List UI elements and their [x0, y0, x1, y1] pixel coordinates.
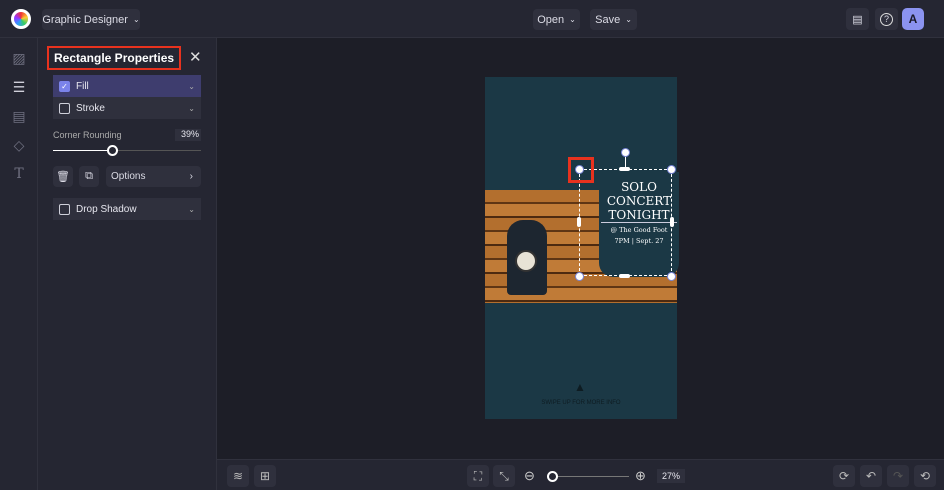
project-name: Graphic Designer	[42, 13, 128, 26]
stroke-checkbox[interactable]	[59, 102, 70, 114]
fill-toggle[interactable]: ✓ Fill ⌄	[53, 75, 201, 97]
fill-checkbox[interactable]: ✓	[59, 80, 70, 92]
logo[interactable]	[11, 9, 31, 29]
project-name-dropdown[interactable]: Graphic Designer ⌄	[42, 9, 140, 30]
refresh-button[interactable]: ⟳	[833, 465, 855, 487]
chevron-down-icon: ⌄	[132, 15, 140, 24]
handle-highlight-box	[568, 157, 594, 183]
stroke-label: Stroke	[76, 102, 105, 114]
expand-icon: ⛶	[473, 468, 483, 483]
avatar[interactable]: A	[902, 8, 924, 30]
zoom-value[interactable]: 27%	[657, 469, 685, 483]
zoom-out-icon[interactable]: ⊖	[524, 468, 535, 484]
save-label: Save	[595, 13, 621, 26]
drop-shadow-label: Drop Shadow	[76, 203, 137, 215]
resize-handle-bottom[interactable]	[619, 274, 630, 278]
drop-shadow-toggle[interactable]: Drop Shadow ⌄	[53, 198, 201, 220]
comment-icon: ▤	[852, 13, 863, 26]
selection-box[interactable]	[579, 169, 672, 276]
shrink-icon: ⤡	[499, 468, 509, 483]
chevron-down-icon: ⌄	[569, 15, 576, 24]
comments-button[interactable]: ▤	[846, 8, 869, 30]
duplicate-button[interactable]: ⧉	[79, 166, 99, 187]
open-label: Open	[537, 13, 565, 26]
trash-icon: 🗑	[56, 171, 70, 183]
bottom-toolbar: ≋ ⊞ ⛶ ⤡ ⊖ ⊕ 27% ⟳ ↶ ↷ ⟲	[217, 459, 944, 490]
drop-shadow-checkbox[interactable]	[59, 203, 70, 215]
close-icon[interactable]: ✕	[189, 48, 202, 66]
fit-screen-button[interactable]: ⛶	[467, 465, 489, 487]
resize-handle-left[interactable]	[577, 217, 581, 227]
chevron-down-icon: ⌄	[188, 103, 195, 113]
tool-rail: ▨ ☰ ▤ ◇ T	[0, 38, 38, 490]
chevron-right-icon: ›	[189, 171, 193, 182]
delete-button[interactable]: 🗑	[53, 166, 73, 187]
options-button[interactable]: Options ›	[106, 166, 201, 187]
grid-button[interactable]: ⊞	[254, 465, 276, 487]
resize-handle-bottom-left[interactable]	[575, 272, 584, 281]
layout-icon[interactable]: ▤	[11, 108, 27, 124]
open-button[interactable]: Open ⌄	[533, 9, 580, 30]
history-icon: ⟲	[919, 469, 931, 483]
zoom-slider[interactable]	[547, 471, 629, 482]
corner-rounding-label: Corner Rounding	[53, 130, 122, 140]
chevron-down-icon: ⌄	[625, 15, 632, 24]
rotate-handle[interactable]	[621, 148, 630, 157]
help-button[interactable]: ?	[875, 8, 898, 30]
text-icon[interactable]: T	[11, 166, 27, 182]
fill-label: Fill	[76, 80, 89, 92]
shapes-icon[interactable]: ◇	[11, 137, 27, 153]
history-button[interactable]: ⟲	[914, 465, 936, 487]
undo-icon: ↶	[865, 469, 877, 483]
duplicate-icon: ⧉	[85, 170, 93, 182]
layers-button[interactable]: ≋	[227, 465, 249, 487]
resize-handle-top-right[interactable]	[667, 165, 676, 174]
panel-title: Rectangle Properties	[47, 46, 182, 70]
chevron-down-icon: ⌄	[188, 81, 195, 91]
save-button[interactable]: Save ⌄	[590, 9, 637, 30]
slider-fill	[53, 150, 112, 151]
corner-rounding-slider[interactable]	[53, 145, 201, 156]
layers-icon: ≋	[232, 469, 244, 483]
resize-handle-top[interactable]	[619, 167, 630, 171]
swipe-up-text: SWIPE UP FOR MORE INFO	[541, 400, 621, 406]
redo-button[interactable]: ↷	[887, 465, 909, 487]
resize-handle-right[interactable]	[670, 217, 674, 227]
options-label: Options	[111, 171, 146, 182]
swipe-up-arrow-icon: ▲	[574, 380, 586, 394]
image-icon[interactable]: ▨	[11, 50, 27, 66]
zoom-in-icon[interactable]: ⊕	[635, 468, 646, 484]
properties-panel: Rectangle Properties ✕ ✓ Fill ⌄ Stroke ⌄ Co…	[38, 38, 217, 490]
refresh-icon: ⟳	[838, 469, 850, 483]
chevron-down-icon: ⌄	[188, 204, 195, 214]
top-bar: Graphic Designer ⌄ Open ⌄ Save ⌄ ▤ ? A	[0, 0, 944, 38]
stroke-toggle[interactable]: Stroke ⌄	[53, 97, 201, 119]
zoom-slider-thumb[interactable]	[547, 471, 558, 482]
adjustments-icon[interactable]: ☰	[11, 79, 27, 95]
corner-rounding-value[interactable]: 39%	[175, 129, 201, 141]
help-icon: ?	[880, 12, 893, 26]
slider-thumb[interactable]	[107, 145, 118, 156]
resize-handle-bottom-right[interactable]	[667, 272, 676, 281]
shrink-button[interactable]: ⤡	[493, 465, 515, 487]
grid-icon: ⊞	[259, 469, 271, 483]
undo-button[interactable]: ↶	[860, 465, 882, 487]
redo-icon: ↷	[892, 469, 904, 483]
banjo	[515, 250, 537, 272]
